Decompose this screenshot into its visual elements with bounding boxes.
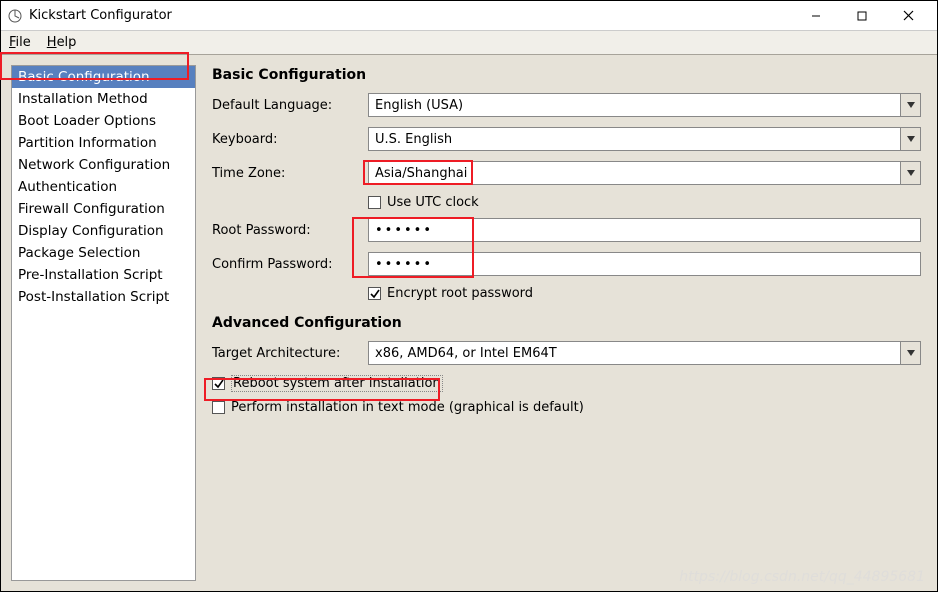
keyboard-label: Keyboard: — [212, 132, 368, 147]
encrypt-password-label: Encrypt root password — [387, 286, 533, 301]
default-language-combo[interactable]: English (USA) — [368, 93, 921, 117]
root-password-label: Root Password: — [212, 223, 368, 238]
time-zone-combo[interactable]: Asia/Shanghai — [368, 161, 921, 185]
confirm-password-label: Confirm Password: — [212, 257, 368, 272]
sidebar-item-pre-installation-script[interactable]: Pre-Installation Script — [12, 264, 195, 286]
sidebar-item-network-configuration[interactable]: Network Configuration — [12, 154, 195, 176]
time-zone-value: Asia/Shanghai — [369, 166, 900, 181]
use-utc-checkbox[interactable] — [368, 196, 381, 209]
app-icon — [7, 8, 23, 24]
chevron-down-icon — [900, 162, 920, 184]
target-arch-label: Target Architecture: — [212, 346, 368, 361]
sidebar-item-installation-method[interactable]: Installation Method — [12, 88, 195, 110]
textmode-label: Perform installation in text mode (graph… — [231, 400, 584, 415]
sidebar-item-firewall-configuration[interactable]: Firewall Configuration — [12, 198, 195, 220]
reboot-label: Reboot system after installation — [231, 375, 443, 392]
chevron-down-icon — [900, 342, 920, 364]
minimize-button[interactable] — [793, 2, 839, 30]
sidebar-item-boot-loader-options[interactable]: Boot Loader Options — [12, 110, 195, 132]
keyboard-combo[interactable]: U.S. English — [368, 127, 921, 151]
chevron-down-icon — [900, 128, 920, 150]
target-arch-value: x86, AMD64, or Intel EM64T — [369, 346, 900, 361]
textmode-checkbox[interactable] — [212, 401, 225, 414]
sidebar-item-basic-configuration[interactable]: Basic Configuration — [12, 66, 195, 88]
sidebar-item-partition-information[interactable]: Partition Information — [12, 132, 195, 154]
sidebar-item-display-configuration[interactable]: Display Configuration — [12, 220, 195, 242]
reboot-checkbox[interactable] — [212, 377, 225, 390]
default-language-value: English (USA) — [369, 98, 900, 113]
sidebar-item-authentication[interactable]: Authentication — [12, 176, 195, 198]
root-password-field[interactable] — [368, 218, 921, 242]
menu-file[interactable]: File — [5, 33, 35, 52]
target-arch-combo[interactable]: x86, AMD64, or Intel EM64T — [368, 341, 921, 365]
app-window: Kickstart Configurator File Help Basic C… — [0, 0, 938, 592]
confirm-password-field[interactable] — [368, 252, 921, 276]
main-panel: Basic Configuration Default Language: En… — [206, 65, 927, 581]
basic-config-title: Basic Configuration — [212, 67, 921, 83]
sidebar-item-post-installation-script[interactable]: Post-Installation Script — [12, 286, 195, 308]
menu-help[interactable]: Help — [43, 33, 81, 52]
chevron-down-icon — [900, 94, 920, 116]
use-utc-label: Use UTC clock — [387, 195, 479, 210]
window-title: Kickstart Configurator — [29, 8, 793, 23]
time-zone-label: Time Zone: — [212, 166, 368, 181]
titlebar: Kickstart Configurator — [1, 1, 937, 31]
menubar: File Help — [1, 31, 937, 55]
close-button[interactable] — [885, 2, 931, 30]
maximize-button[interactable] — [839, 2, 885, 30]
encrypt-password-checkbox[interactable] — [368, 287, 381, 300]
sidebar-item-package-selection[interactable]: Package Selection — [12, 242, 195, 264]
keyboard-value: U.S. English — [369, 132, 900, 147]
advanced-config-title: Advanced Configuration — [212, 315, 921, 331]
default-language-label: Default Language: — [212, 98, 368, 113]
sidebar: Basic Configuration Installation Method … — [11, 65, 196, 581]
content-area: Basic Configuration Installation Method … — [1, 55, 937, 591]
